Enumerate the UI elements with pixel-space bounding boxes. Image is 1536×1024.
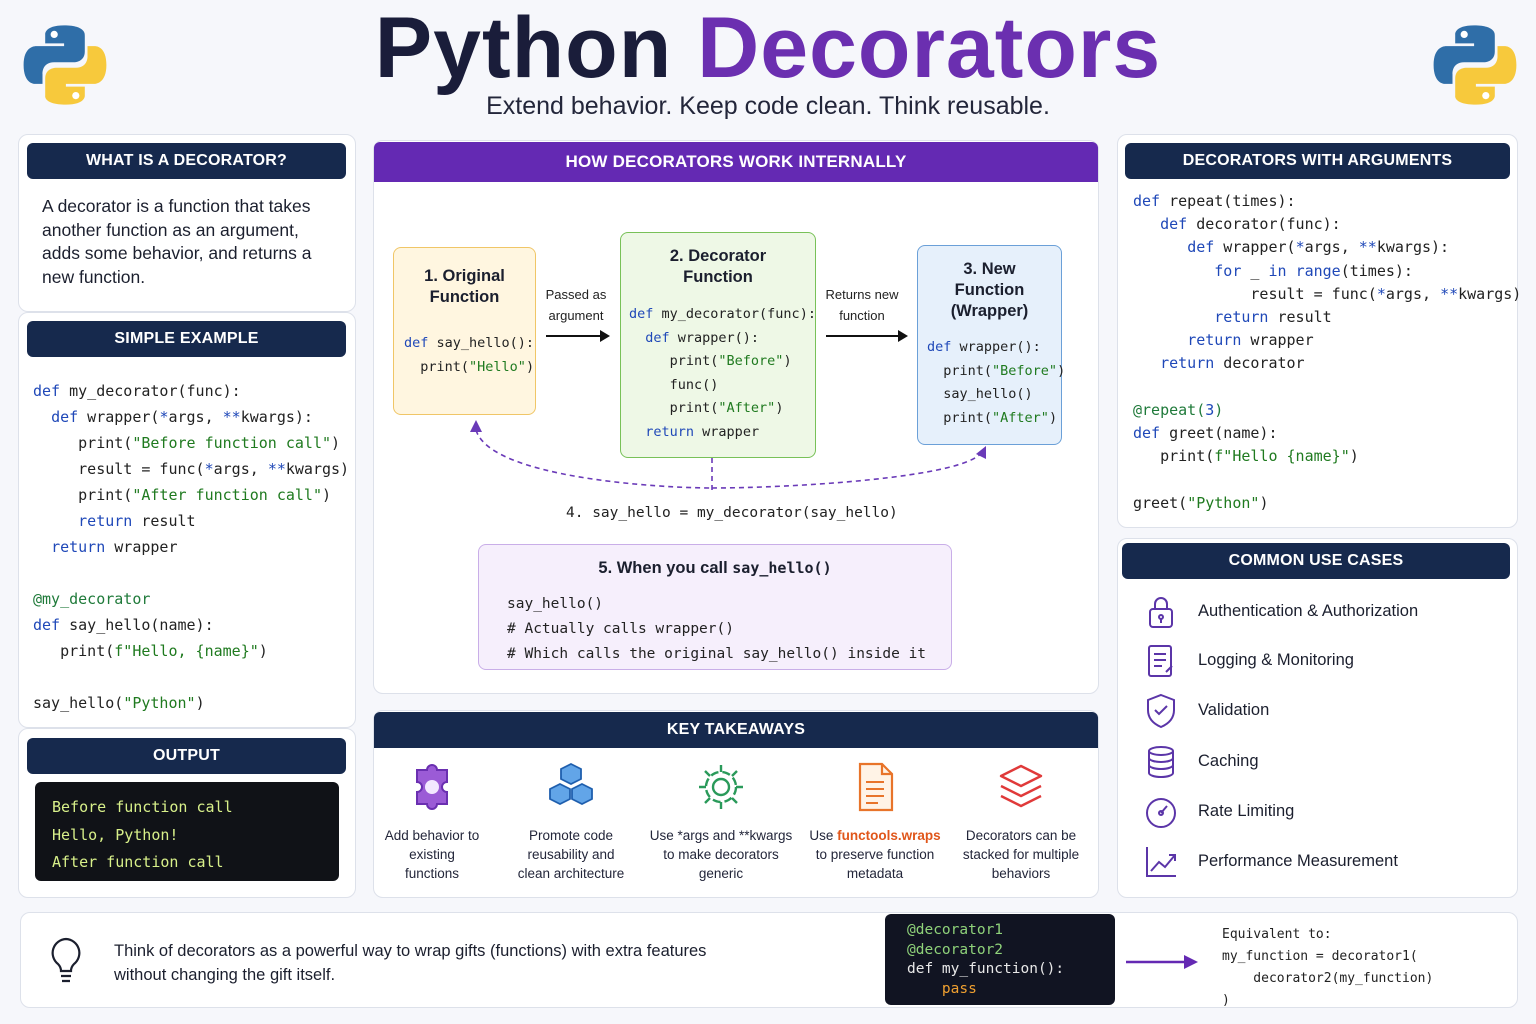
- title-python: Python: [374, 0, 673, 96]
- gear-icon: [699, 765, 743, 809]
- use-case-label: Performance Measurement: [1198, 852, 1398, 870]
- box2-title: 2. Decorator Function: [669, 247, 767, 286]
- box5-line: # Which calls the original say_hello() i…: [507, 646, 927, 662]
- shield-check-icon: [1147, 693, 1175, 729]
- use-case-item: Validation: [1142, 692, 1502, 732]
- use-case-label: Authentication & Authorization: [1198, 602, 1419, 620]
- output-line: Before function call: [52, 798, 233, 816]
- title-decorators: Decorators: [697, 0, 1162, 96]
- output-line: Hello, Python!: [52, 825, 179, 844]
- output-line: After function call: [52, 853, 224, 871]
- use-cases-heading: COMMON USE CASES: [1122, 543, 1510, 579]
- gauge-icon: [1146, 798, 1176, 828]
- box5-line: # Actually calls wrapper(): [507, 621, 734, 637]
- use-case-label: Validation: [1198, 701, 1270, 719]
- takeaways-heading: KEY TAKEAWAYS: [374, 712, 1098, 748]
- document-icon: [858, 762, 894, 812]
- box5-code: say_hello() # Actually calls wrapper() # W…: [507, 592, 926, 667]
- tip-text: Think of decorators as a powerful way to…: [114, 942, 707, 984]
- arrow-right-icon: [1126, 955, 1198, 969]
- equivalent-code: Equivalent to: my_function = decorator1( …: [1222, 924, 1433, 1012]
- takeaway-label: Use functools.wraps to preserve function…: [802, 826, 948, 883]
- passed-as-argument-label: Passed as argument: [545, 287, 607, 323]
- original-function-box: 1. Original Function def say_hello(): pr…: [393, 247, 536, 415]
- returns-new-function-label: Returns new function: [825, 287, 899, 323]
- equivalent-label: Equivalent to:: [1222, 927, 1332, 942]
- box5-title: 5. When you call say_hello(): [479, 559, 951, 578]
- use-case-item: Caching: [1142, 743, 1502, 783]
- output-heading: OUTPUT: [27, 738, 346, 774]
- takeaway-label: Decorators can be stacked for multiple b…: [962, 828, 1080, 881]
- simple-example-heading: SIMPLE EXAMPLE: [27, 321, 346, 357]
- lock-icon: [1149, 597, 1173, 628]
- layers-icon: [999, 764, 1043, 808]
- takeaway-label-suffix: to preserve function metadata: [815, 847, 935, 881]
- takeaway-item: Use functools.wraps to preserve function…: [802, 760, 948, 883]
- functools-wraps-highlight: functools.wraps: [837, 828, 941, 843]
- arrow-right-icon: [546, 330, 610, 342]
- database-icon: [1148, 746, 1174, 779]
- box3-code: def wrapper(): print("Before") say_hello…: [927, 339, 1066, 426]
- puzzle-icon: [416, 764, 448, 810]
- wrapper-function-box: 3. New Function (Wrapper) def wrapper():…: [917, 245, 1066, 445]
- takeaway-label: Promote code reusability and clean archi…: [517, 828, 625, 881]
- simple-example-code: def my_decorator(func): def wrapper(*arg…: [33, 382, 350, 712]
- use-case-item: Logging & Monitoring: [1142, 642, 1502, 682]
- output-terminal: Before function call Hello, Python! After …: [35, 782, 339, 881]
- use-case-label: Caching: [1198, 752, 1259, 770]
- page-title: Python Decorators: [0, 0, 1536, 94]
- takeaway-label: Use *args and **kwargs to make decorator…: [649, 828, 793, 881]
- takeaway-item: Decorators can be stacked for multiple b…: [948, 760, 1094, 883]
- args-heading: DECORATORS WITH ARGUMENTS: [1125, 143, 1510, 179]
- what-is-heading: WHAT IS A DECORATOR?: [27, 143, 346, 179]
- takeaway-item: Add behavior to existing functions: [359, 760, 505, 883]
- internals-heading: HOW DECORATORS WORK INTERNALLY: [374, 142, 1098, 182]
- page-subtitle: Extend behavior. Keep code clean. Think …: [486, 92, 1050, 120]
- what-is-text: A decorator is a function that takes ano…: [42, 196, 312, 287]
- args-code: def repeat(times): def decorator(func): …: [1133, 192, 1522, 512]
- use-case-label: Rate Limiting: [1198, 802, 1295, 820]
- dashed-flow-arrows: [470, 420, 986, 494]
- box5-title-code: say_hello(): [732, 559, 832, 577]
- stacked-decorators-code: @decorator1 @decorator2 def my_function(…: [885, 914, 1115, 1005]
- use-case-item: Rate Limiting: [1142, 793, 1502, 833]
- box1-code: def say_hello(): print("Hello"): [404, 335, 535, 375]
- takeaway-item: Promote code reusability and clean archi…: [498, 760, 644, 883]
- use-case-label: Logging & Monitoring: [1198, 651, 1354, 669]
- arrow-right-icon: [826, 330, 908, 342]
- takeaway-item: Use *args and **kwargs to make decorator…: [648, 760, 794, 883]
- box3-title: 3. New Function (Wrapper): [950, 260, 1029, 320]
- chart-up-icon: [1146, 847, 1176, 877]
- lightbulb-icon: [51, 937, 81, 983]
- use-case-item: Performance Measurement: [1142, 843, 1502, 883]
- clipboard-icon: [1148, 645, 1173, 677]
- box1-title: 1. Original Function: [424, 267, 505, 306]
- use-case-item: Authentication & Authorization: [1142, 593, 1502, 633]
- call-explanation-box: 5. When you call say_hello() say_hello()…: [478, 544, 952, 670]
- box5-title-text: 5. When you call: [598, 559, 728, 577]
- cubes-icon: [549, 762, 593, 806]
- step4-assignment: 4. say_hello = my_decorator(say_hello): [566, 505, 898, 521]
- box5-line: say_hello(): [507, 596, 604, 612]
- takeaway-label: Add behavior to existing functions: [384, 828, 480, 881]
- takeaway-label-prefix: Use: [809, 828, 834, 843]
